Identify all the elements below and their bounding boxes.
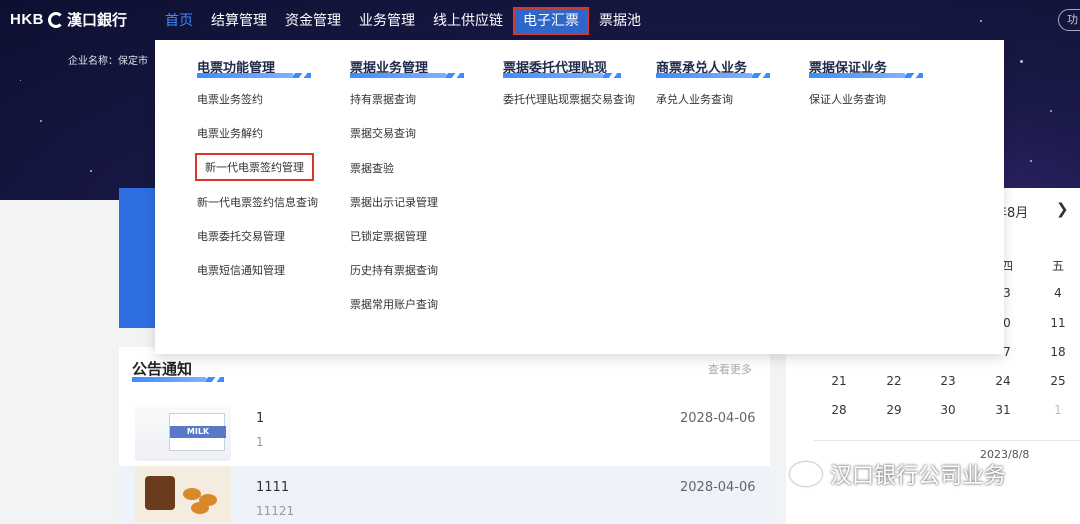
calendar-day[interactable]: 30 — [933, 403, 963, 417]
calendar-day[interactable]: 23 — [933, 374, 963, 388]
menu-title-stripes — [446, 73, 464, 78]
menu-title-underline — [350, 73, 446, 78]
top-right-button[interactable]: 功 — [1058, 9, 1080, 31]
menu-title-underline — [503, 73, 603, 78]
food-plate-thumbnail — [135, 466, 231, 522]
main-nav: 首页 结算管理 资金管理 业务管理 线上供应链 电子汇票 票据池 — [157, 7, 651, 35]
nav-item-settlement[interactable]: 结算管理 — [203, 7, 275, 35]
notice-item-title[interactable]: 1111 — [256, 480, 289, 495]
chevron-right-icon[interactable]: ❯ — [1056, 200, 1069, 218]
menu-title-stripes — [752, 73, 770, 78]
calendar-day[interactable]: 29 — [879, 403, 909, 417]
notice-title: 公告通知 — [132, 360, 193, 378]
drink-cup-icon — [145, 476, 175, 510]
calendar-day[interactable]: 21 — [824, 374, 854, 388]
menu-column: 票据业务管理 持有票据查询 票据交易查询 票据查验 票据出示记录管理 已锁定票据… — [350, 40, 490, 340]
calendar-day[interactable]: 18 — [1043, 345, 1073, 359]
milk-carton-icon: MILK — [169, 413, 226, 451]
notice-item-summary: 1 — [256, 435, 264, 449]
logo-cn-text: 漢口銀行 — [67, 11, 128, 29]
wechat-icon — [790, 462, 822, 486]
calendar-day[interactable]: 31 — [988, 403, 1018, 417]
calendar-divider — [814, 440, 1080, 441]
menu-link[interactable]: 保证人业务查询 — [809, 91, 886, 107]
menu-link[interactable]: 委托代理贴现票据交易查询 — [503, 91, 635, 107]
top-navigation-bar: HKB 漢口銀行 首页 结算管理 资金管理 业务管理 线上供应链 电子汇票 票据… — [0, 0, 1080, 42]
menu-link[interactable]: 票据查验 — [350, 160, 394, 176]
nav-item-home[interactable]: 首页 — [157, 7, 201, 35]
menu-link[interactable]: 票据出示记录管理 — [350, 194, 438, 210]
menu-link[interactable]: 票据常用账户查询 — [350, 296, 438, 312]
milk-label: MILK — [170, 426, 226, 438]
menu-link[interactable]: 新一代电票签约信息查询 — [197, 194, 318, 210]
menu-column: 票据委托代理贴现 委托代理贴现票据交易查询 — [503, 40, 653, 140]
notice-title-stripes — [206, 377, 224, 382]
menu-link[interactable]: 电票业务解约 — [197, 125, 263, 141]
menu-link[interactable]: 已锁定票据管理 — [350, 228, 427, 244]
logo-hkb-text: HKB — [10, 11, 44, 28]
calendar-day[interactable]: 22 — [879, 374, 909, 388]
calendar-day[interactable]: 25 — [1043, 374, 1073, 388]
menu-title-stripes — [293, 73, 311, 78]
menu-title-stripes — [603, 73, 621, 78]
notice-item-title[interactable]: 1 — [256, 411, 264, 426]
notice-title-underline — [132, 377, 206, 382]
logo-icon — [48, 11, 64, 28]
menu-column: 票据保证业务 保证人业务查询 — [809, 40, 949, 140]
menu-column: 电票功能管理 电票业务签约 电票业务解约 新一代电票签约管理 新一代电票签约信息… — [195, 40, 337, 340]
menu-column: 商票承兑人业务 承兑人业务查询 — [656, 40, 796, 140]
weekday-header: 五 — [1051, 259, 1064, 273]
menu-title-underline — [656, 73, 752, 78]
menu-link[interactable]: 电票委托交易管理 — [197, 228, 285, 244]
menu-link[interactable]: 持有票据查询 — [350, 91, 416, 107]
notice-row[interactable]: MILK 1 1 2028-04-06 — [119, 405, 770, 463]
nav-item-e-draft[interactable]: 电子汇票 — [513, 7, 589, 35]
notice-row[interactable]: 1111 11121 2028-04-06 — [119, 466, 770, 524]
nav-item-supply-chain[interactable]: 线上供应链 — [425, 7, 511, 35]
calendar-day[interactable]: 1 — [1043, 403, 1073, 417]
snack-icon — [191, 502, 209, 514]
watermark-text: 汉口银行公司业务 — [830, 464, 1007, 489]
menu-link[interactable]: 票据交易查询 — [350, 125, 416, 141]
calendar-day[interactable]: 11 — [1043, 316, 1073, 330]
calendar-day[interactable]: 24 — [988, 374, 1018, 388]
nav-item-business[interactable]: 业务管理 — [351, 7, 423, 35]
bank-logo[interactable]: HKB 漢口銀行 — [10, 9, 127, 30]
view-more-link[interactable]: 查看更多 — [708, 361, 752, 377]
e-draft-dropdown-menu: 电票功能管理 电票业务签约 电票业务解约 新一代电票签约管理 新一代电票签约信息… — [155, 40, 1004, 354]
nav-item-funds[interactable]: 资金管理 — [277, 7, 349, 35]
calendar-day[interactable]: 4 — [1043, 286, 1073, 300]
menu-title-underline — [809, 73, 905, 78]
menu-link-highlighted[interactable]: 新一代电票签约管理 — [195, 153, 314, 181]
menu-link[interactable]: 历史持有票据查询 — [350, 262, 438, 278]
milk-carton-thumbnail: MILK — [135, 405, 231, 461]
menu-link[interactable]: 电票短信通知管理 — [197, 262, 285, 278]
menu-link[interactable]: 电票业务签约 — [197, 91, 263, 107]
menu-title-stripes — [905, 73, 923, 78]
watermark: 汉口银行公司业务 — [790, 458, 1006, 490]
nav-item-bill-pool[interactable]: 票据池 — [591, 7, 649, 35]
menu-title-underline — [197, 73, 293, 78]
notice-item-date: 2028-04-06 — [680, 480, 756, 495]
company-name: 企业名称：保定市 — [68, 56, 148, 67]
account-card — [119, 188, 159, 328]
calendar-day[interactable]: 28 — [824, 403, 854, 417]
menu-link[interactable]: 承兑人业务查询 — [656, 91, 733, 107]
notice-item-date: 2028-04-06 — [680, 411, 756, 426]
notice-item-summary: 11121 — [256, 504, 295, 518]
notice-panel: 公告通知 查看更多 MILK 1 1 2028-04-06 1111 11121… — [119, 347, 770, 524]
